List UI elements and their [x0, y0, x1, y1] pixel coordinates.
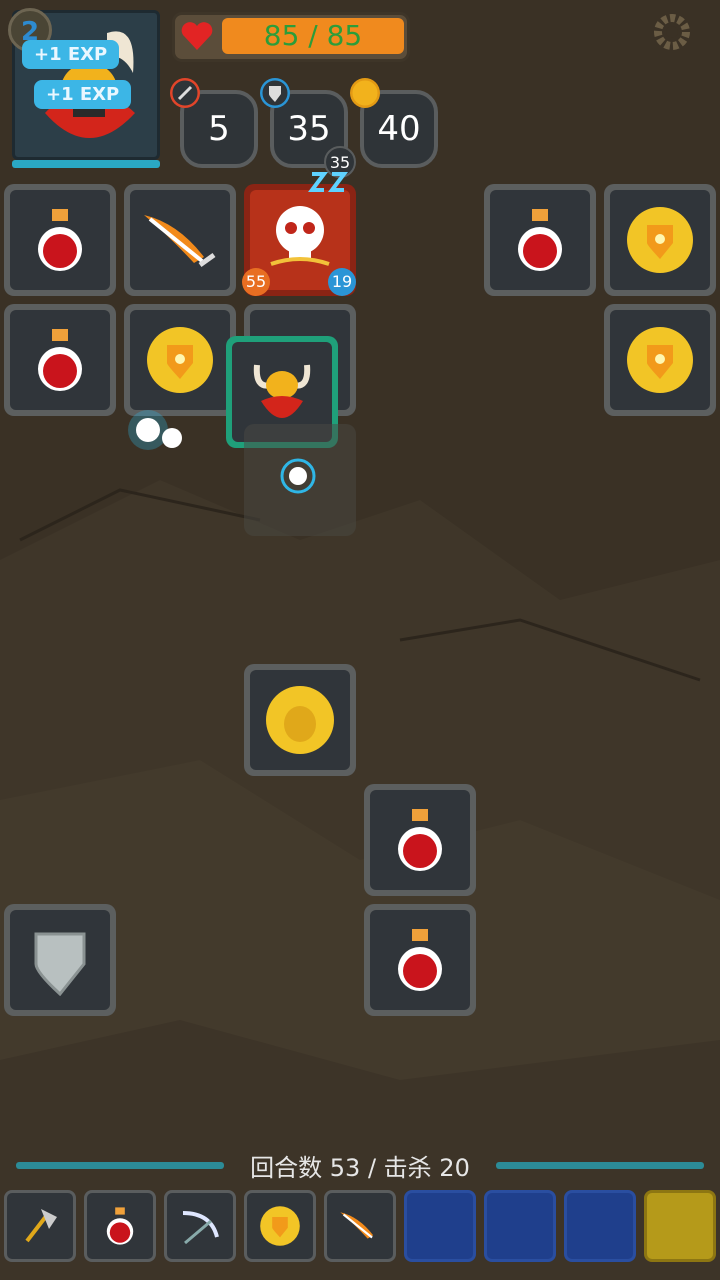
- enemy-attack-badge: 55: [242, 268, 270, 296]
- gold-shield-tile[interactable]: [604, 184, 716, 296]
- glow-orbs-icon: [128, 410, 182, 450]
- potion-icon: [38, 209, 82, 271]
- coin-small-icon: [350, 78, 380, 108]
- heart-icon: [181, 22, 213, 50]
- hp-bar: 85 / 85: [222, 18, 404, 54]
- flame-sword-icon: [144, 215, 216, 268]
- exp-popup: +1 EXP: [34, 80, 132, 109]
- flame-sword-icon: [340, 1212, 374, 1239]
- potion-icon: [38, 329, 82, 391]
- potion-tile[interactable]: [4, 184, 116, 296]
- potion-icon: [398, 809, 442, 871]
- inventory-slot-empty[interactable]: [564, 1190, 636, 1262]
- inventory-slot-flame-sword[interactable]: [324, 1190, 396, 1262]
- inventory-slot-gold-shield[interactable]: [244, 1190, 316, 1262]
- axe-icon: [25, 1209, 57, 1243]
- potion-tile[interactable]: [364, 904, 476, 1016]
- inventory-slot-empty[interactable]: [404, 1190, 476, 1262]
- gold-viking-coin-icon: [266, 686, 334, 754]
- inventory-slot-potion[interactable]: [84, 1190, 156, 1262]
- gold-shield-coin-icon: [147, 327, 213, 393]
- gold-viking-coin-tile[interactable]: [244, 664, 356, 776]
- skull-icon: [270, 206, 330, 266]
- potion-icon: [518, 209, 562, 271]
- enemy-defense-badge: 19: [328, 268, 356, 296]
- scythe-icon: [182, 1211, 219, 1245]
- gold-shield-tile[interactable]: [604, 304, 716, 416]
- turn-kill-counter: 回合数 53 / 击杀 20: [250, 1154, 470, 1182]
- inventory-slot-empty[interactable]: [484, 1190, 556, 1262]
- target-orb-icon: [280, 458, 316, 494]
- shield-icon: [34, 932, 86, 996]
- potion-tile[interactable]: [4, 304, 116, 416]
- potion-icon: [106, 1207, 134, 1245]
- inventory-slot-axe[interactable]: [4, 1190, 76, 1262]
- gold-shield-coin-icon: [627, 327, 693, 393]
- footer-divider-left: [16, 1162, 224, 1169]
- sword-tile[interactable]: [124, 184, 236, 296]
- shield-small-icon: [260, 78, 290, 108]
- inventory-slot-scythe[interactable]: [164, 1190, 236, 1262]
- viking-hero-icon: [253, 364, 311, 418]
- potion-icon: [398, 929, 442, 991]
- sword-icon: [170, 78, 200, 108]
- potion-tile[interactable]: [484, 184, 596, 296]
- exp-popup: +1 EXP: [22, 40, 120, 69]
- gold-shield-coin-icon: [260, 1206, 300, 1246]
- shield-tile[interactable]: [4, 904, 116, 1016]
- gold-shield-coin-icon: [627, 207, 693, 273]
- zzz-icon: [308, 172, 348, 192]
- inventory-slot-special[interactable]: [644, 1190, 716, 1262]
- exp-bar: [12, 160, 160, 168]
- footer-divider-right: [496, 1162, 704, 1169]
- potion-tile[interactable]: [364, 784, 476, 896]
- gear-icon[interactable]: [652, 12, 692, 52]
